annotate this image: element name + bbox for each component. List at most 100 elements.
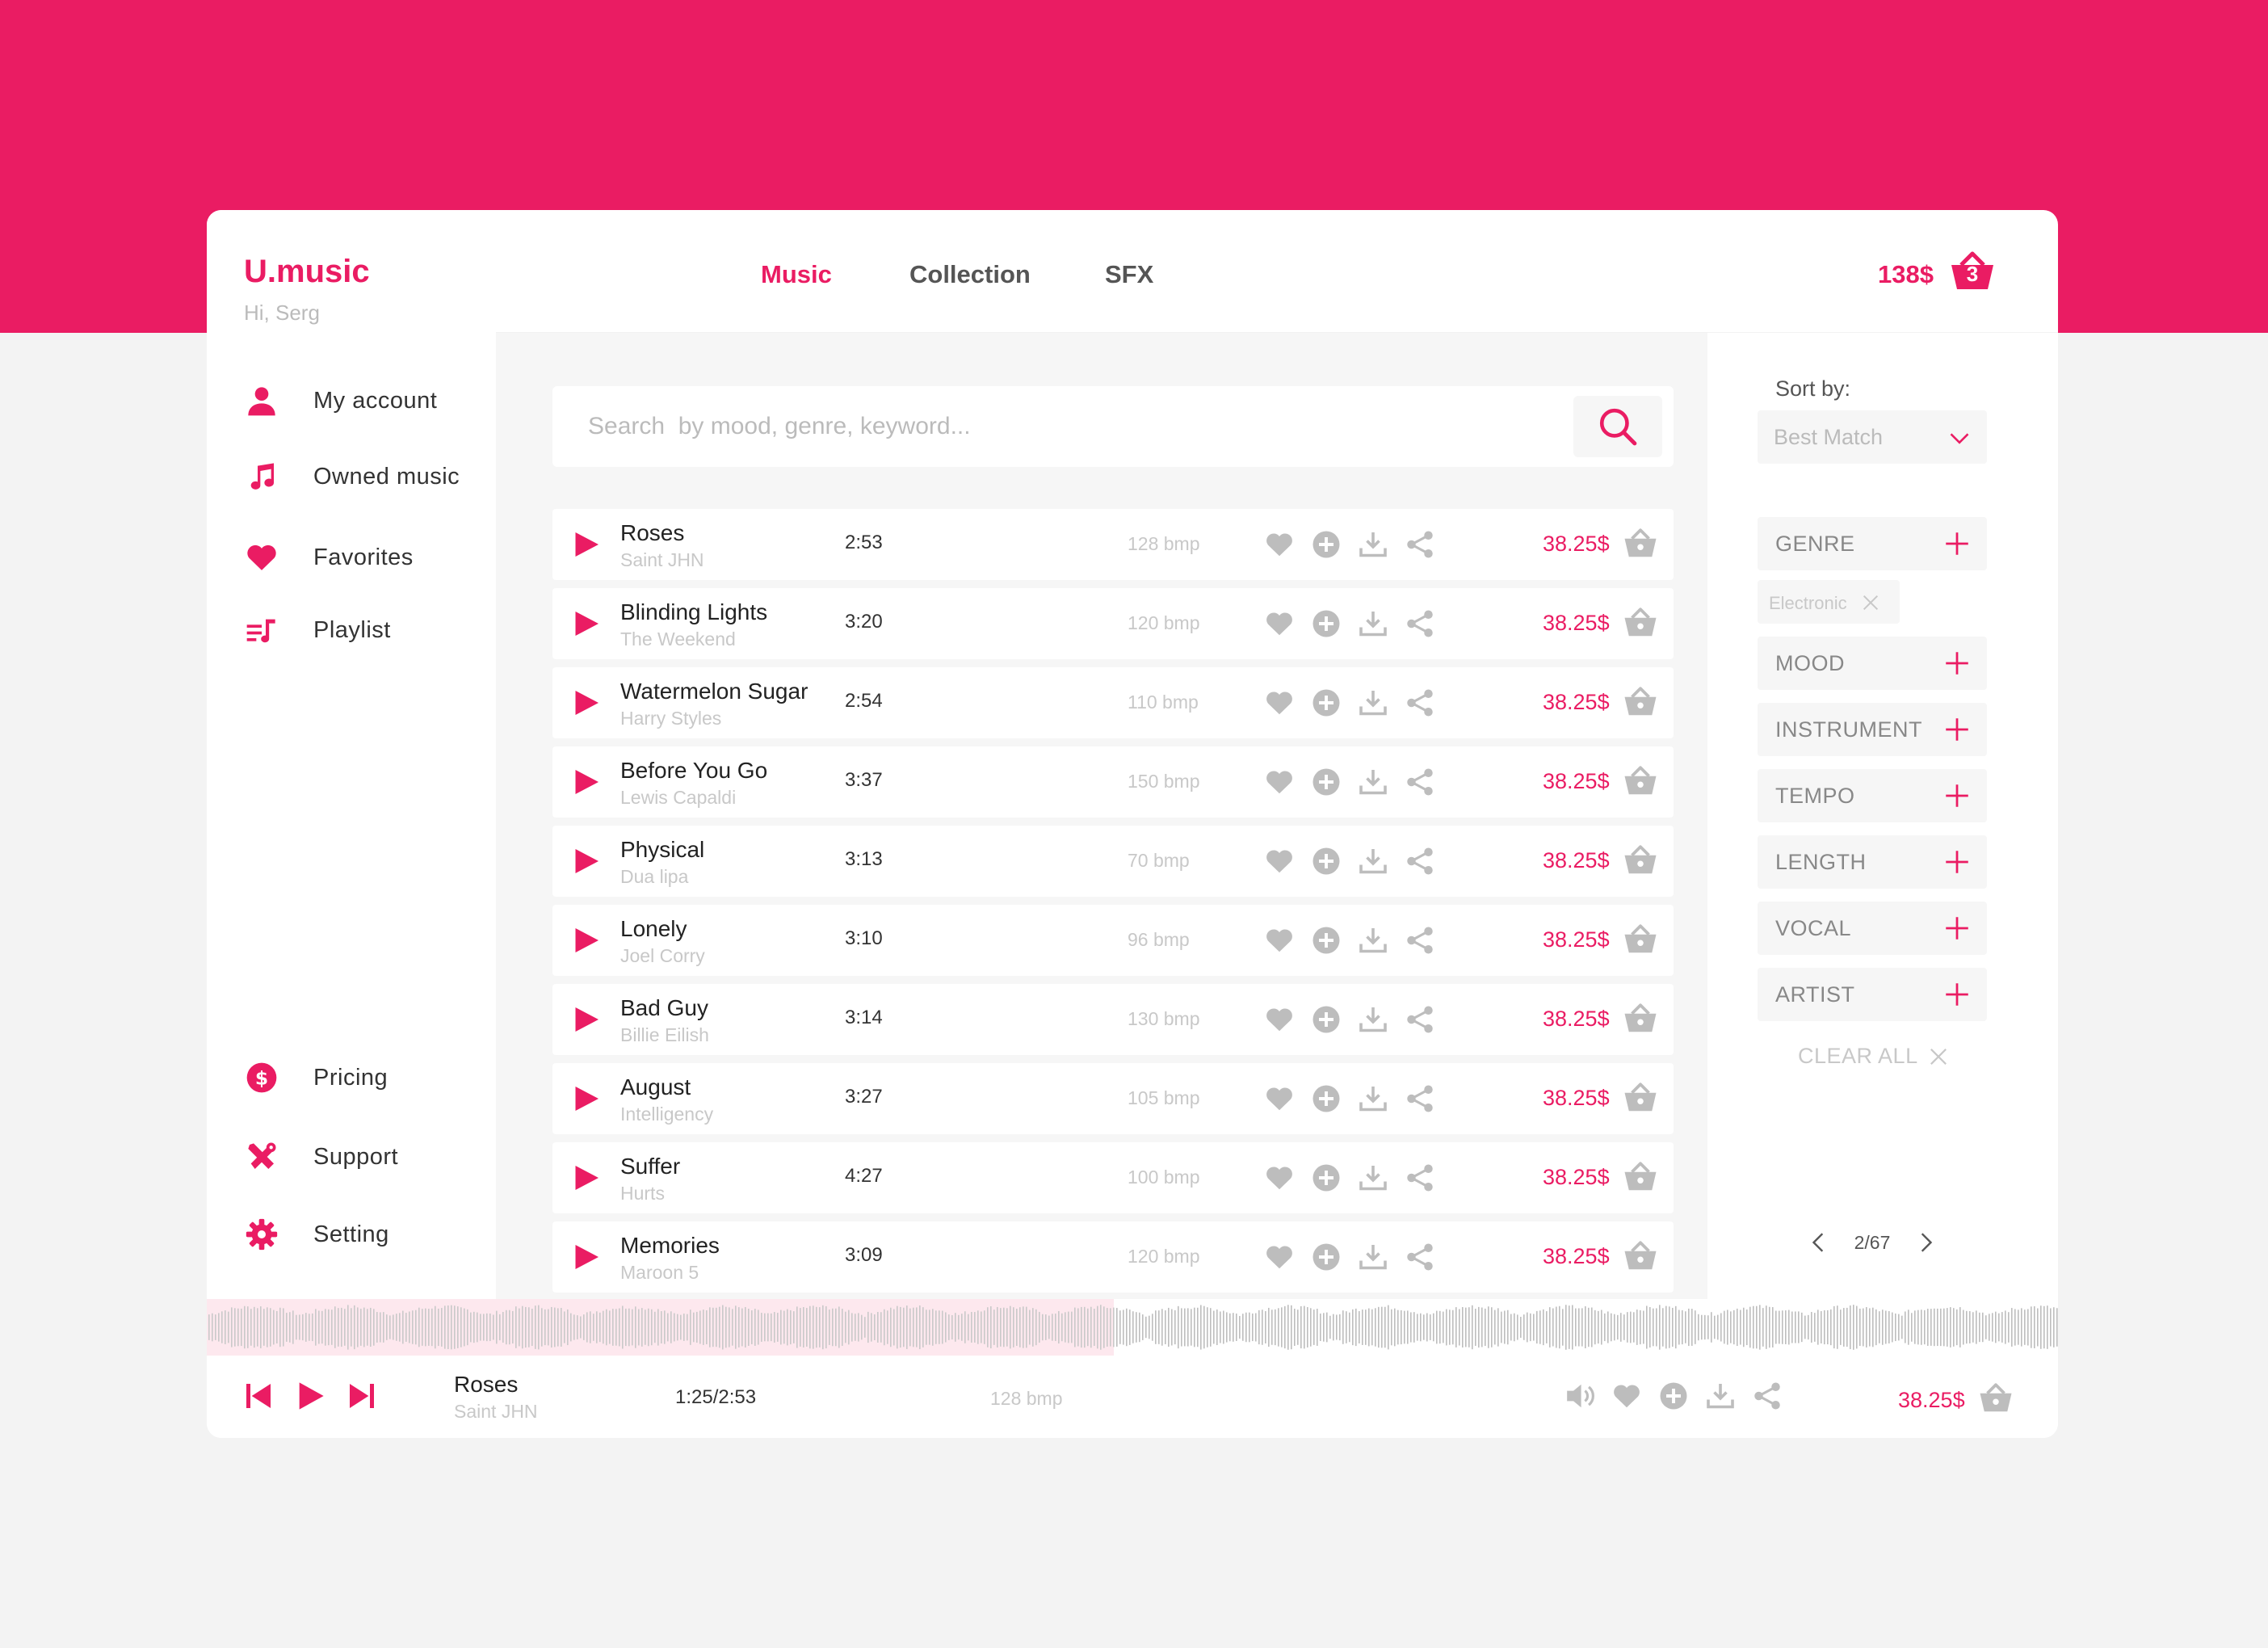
buy-basket-icon[interactable]: [1623, 764, 1657, 797]
favorite-button[interactable]: [1263, 1083, 1296, 1115]
nav-pricing[interactable]: $ Pricing: [244, 1053, 486, 1102]
share-button[interactable]: [1404, 687, 1436, 719]
buy-basket-icon[interactable]: [1623, 843, 1657, 876]
buy-basket-icon[interactable]: [1623, 1160, 1657, 1192]
play-button[interactable]: [294, 1380, 326, 1412]
add-to-playlist-button[interactable]: [1310, 1003, 1342, 1036]
tab-music[interactable]: Music: [761, 260, 832, 289]
add-to-playlist-button[interactable]: [1310, 924, 1342, 956]
brand-logo[interactable]: U.music: [244, 254, 370, 290]
add-to-playlist-button[interactable]: [1310, 845, 1342, 877]
nav-favorites[interactable]: Favorites: [244, 533, 486, 582]
filter-mood[interactable]: MOOD: [1758, 637, 1987, 690]
track-row[interactable]: Physical Dua lipa 3:13 70 bmp 38.25$: [552, 826, 1674, 897]
download-button[interactable]: [1357, 687, 1389, 719]
search-button[interactable]: [1573, 396, 1662, 457]
prev-page-button[interactable]: [1803, 1226, 1835, 1259]
download-button[interactable]: [1357, 528, 1389, 561]
download-button[interactable]: [1704, 1380, 1737, 1412]
buy-basket-icon[interactable]: [1623, 1081, 1657, 1113]
track-row[interactable]: Lonely Joel Corry 3:10 96 bmp 38.25$: [552, 905, 1674, 976]
filter-vocal[interactable]: VOCAL: [1758, 902, 1987, 955]
favorite-button[interactable]: [1263, 1162, 1296, 1194]
download-button[interactable]: [1357, 845, 1389, 877]
play-icon[interactable]: [572, 847, 601, 876]
nav-setting[interactable]: Setting: [244, 1210, 486, 1259]
download-button[interactable]: [1357, 1241, 1389, 1273]
track-row[interactable]: Memories Maroon 5 3:09 120 bmp 38.25$: [552, 1221, 1674, 1293]
share-button[interactable]: [1404, 845, 1436, 877]
next-track-button[interactable]: [346, 1380, 378, 1412]
share-button[interactable]: [1404, 1241, 1436, 1273]
add-to-playlist-button[interactable]: [1657, 1380, 1690, 1412]
track-row[interactable]: Roses Saint JHN 2:53 128 bmp 38.25$: [552, 509, 1674, 580]
download-button[interactable]: [1357, 1162, 1389, 1194]
play-icon[interactable]: [572, 688, 601, 717]
favorite-button[interactable]: [1263, 687, 1296, 719]
track-row[interactable]: Blinding Lights The Weekend 3:20 120 bmp 38.…: [552, 588, 1674, 659]
buy-basket-icon[interactable]: [1979, 1381, 2013, 1414]
track-row[interactable]: Watermelon Sugar Harry Styles 2:54 110 bmp 3…: [552, 667, 1674, 738]
buy-basket-icon[interactable]: [1623, 923, 1657, 955]
favorite-button[interactable]: [1263, 528, 1296, 561]
play-icon[interactable]: [572, 1242, 601, 1272]
share-button[interactable]: [1404, 1162, 1436, 1194]
buy-basket-icon[interactable]: [1623, 606, 1657, 638]
track-row[interactable]: Suffer Hurts 4:27 100 bmp 38.25$: [552, 1142, 1674, 1213]
add-to-playlist-button[interactable]: [1310, 687, 1342, 719]
add-to-playlist-button[interactable]: [1310, 1241, 1342, 1273]
volume-button[interactable]: [1564, 1380, 1596, 1412]
tab-collection[interactable]: Collection: [909, 260, 1031, 289]
share-button[interactable]: [1404, 607, 1436, 640]
sort-select[interactable]: Best Match: [1758, 410, 1987, 464]
download-button[interactable]: [1357, 607, 1389, 640]
add-to-playlist-button[interactable]: [1310, 528, 1342, 561]
tab-sfx[interactable]: SFX: [1105, 260, 1153, 289]
share-button[interactable]: [1404, 528, 1436, 561]
play-icon[interactable]: [572, 530, 601, 559]
play-icon[interactable]: [572, 1005, 601, 1034]
favorite-button[interactable]: [1263, 766, 1296, 798]
favorite-button[interactable]: [1263, 1003, 1296, 1036]
download-button[interactable]: [1357, 924, 1389, 956]
track-row[interactable]: August Intelligency 3:27 105 bmp 38.25$: [552, 1063, 1674, 1134]
filter-genre[interactable]: GENRE: [1758, 517, 1987, 570]
play-icon[interactable]: [572, 1084, 601, 1113]
favorite-button[interactable]: [1263, 607, 1296, 640]
play-icon[interactable]: [572, 926, 601, 955]
share-button[interactable]: [1404, 766, 1436, 798]
add-to-playlist-button[interactable]: [1310, 607, 1342, 640]
play-icon[interactable]: [572, 767, 601, 797]
next-page-button[interactable]: [1909, 1226, 1942, 1259]
clear-all-button[interactable]: CLEAR ALL: [1798, 1044, 1947, 1069]
buy-basket-icon[interactable]: [1623, 685, 1657, 717]
buy-basket-icon[interactable]: [1623, 1002, 1657, 1034]
buy-basket-icon[interactable]: [1623, 527, 1657, 559]
waveform-scrubber[interactable]: [207, 1299, 2058, 1356]
filter-tempo[interactable]: TEMPO: [1758, 769, 1987, 822]
close-icon[interactable]: [1863, 595, 1879, 611]
add-to-playlist-button[interactable]: [1310, 766, 1342, 798]
share-button[interactable]: [1404, 1083, 1436, 1115]
download-button[interactable]: [1357, 1003, 1389, 1036]
favorite-button[interactable]: [1263, 845, 1296, 877]
favorite-button[interactable]: [1263, 1241, 1296, 1273]
filter-instrument[interactable]: INSTRUMENT: [1758, 703, 1987, 756]
filter-length[interactable]: LENGTH: [1758, 835, 1987, 889]
nav-my-account[interactable]: My account: [244, 376, 486, 425]
search-input[interactable]: [588, 404, 1557, 449]
add-to-playlist-button[interactable]: [1310, 1083, 1342, 1115]
track-row[interactable]: Bad Guy Billie Eilish 3:14 130 bmp 38.25$: [552, 984, 1674, 1055]
share-button[interactable]: [1404, 1003, 1436, 1036]
share-button[interactable]: [1751, 1380, 1783, 1412]
nav-owned-music[interactable]: Owned music: [244, 452, 486, 501]
play-icon[interactable]: [572, 609, 601, 638]
previous-track-button[interactable]: [242, 1380, 275, 1412]
nav-playlist[interactable]: Playlist: [244, 606, 486, 654]
favorite-button[interactable]: [1611, 1380, 1643, 1412]
download-button[interactable]: [1357, 1083, 1389, 1115]
share-button[interactable]: [1404, 924, 1436, 956]
favorite-button[interactable]: [1263, 924, 1296, 956]
nav-support[interactable]: Support: [244, 1133, 486, 1181]
buy-basket-icon[interactable]: [1623, 1239, 1657, 1272]
